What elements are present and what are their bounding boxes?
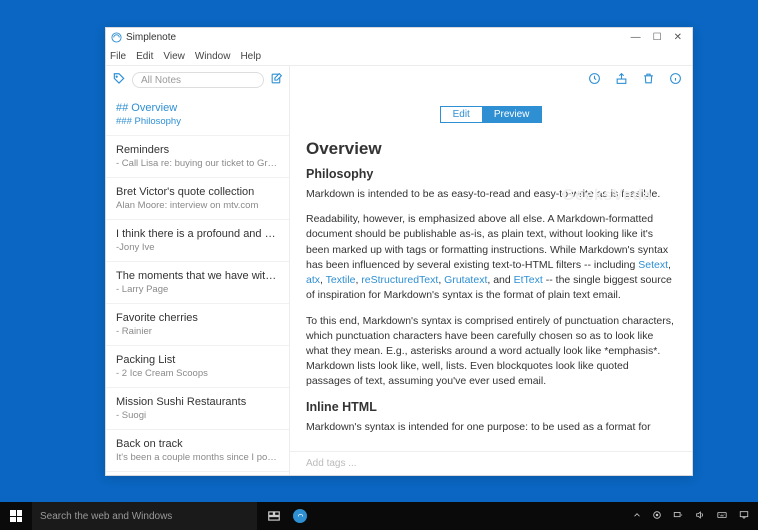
- note-item[interactable]: Back on track It's been a couple months …: [106, 430, 289, 472]
- tags-icon[interactable]: [112, 72, 126, 89]
- note-item[interactable]: Favorite cherries - Rainier: [106, 304, 289, 346]
- link-setext[interactable]: Setext: [638, 259, 668, 271]
- action-center-icon[interactable]: [738, 510, 750, 523]
- link-textile[interactable]: Textile: [326, 274, 356, 286]
- note-snippet: It's been a couple months since I posted…: [116, 452, 279, 463]
- start-button[interactable]: [0, 502, 32, 530]
- note-snippet: ### Philosophy: [116, 116, 279, 127]
- taskbar-search-placeholder: Search the web and Windows: [40, 511, 172, 522]
- tab-switch: Edit Preview: [290, 94, 692, 131]
- sidebar-top: All Notes: [106, 66, 289, 94]
- menu-file[interactable]: File: [110, 51, 126, 62]
- note-item[interactable]: Mission Sushi Restaurants - Suogi: [106, 388, 289, 430]
- para-4: Markdown's syntax is intended for one pu…: [306, 420, 676, 435]
- link-ettext[interactable]: EtText: [514, 274, 543, 286]
- note-snippet: - Rainier: [116, 326, 279, 337]
- history-icon[interactable]: [588, 72, 601, 88]
- simplenote-taskbar-button[interactable]: [287, 502, 313, 530]
- editor: Edit Preview GeeksVeda Overview Philosop…: [290, 66, 692, 475]
- maximize-button[interactable]: ☐: [653, 32, 662, 43]
- tray-network-icon[interactable]: [672, 510, 684, 523]
- tag-placeholder: Add tags ...: [306, 458, 357, 469]
- info-icon[interactable]: [669, 72, 682, 88]
- link-restructuredtext[interactable]: reStructuredText: [361, 274, 438, 286]
- note-item[interactable]: Grocery list: [106, 472, 289, 475]
- heading-philosophy: Philosophy: [306, 167, 676, 181]
- trash-icon[interactable]: [642, 72, 655, 88]
- note-snippet: Alan Moore: interview on mtv.com: [116, 200, 279, 211]
- note-item[interactable]: Reminders - Call Lisa re: buying our tic…: [106, 136, 289, 178]
- window-title: Simplenote: [126, 32, 631, 43]
- windows-logo-icon: [10, 510, 22, 522]
- note-list[interactable]: ## Overview ### Philosophy Reminders - C…: [106, 94, 289, 475]
- titlebar: Simplenote — ☐ ✕: [106, 28, 692, 47]
- note-title: Back on track: [116, 438, 279, 450]
- minimize-button[interactable]: —: [631, 32, 641, 43]
- menubar: File Edit View Window Help: [106, 47, 692, 65]
- note-title: Packing List: [116, 354, 279, 366]
- preview-body[interactable]: GeeksVeda Overview Philosophy Markdown i…: [290, 131, 692, 451]
- content: All Notes ## Overview ### Philosophy Rem…: [106, 65, 692, 475]
- taskbar-pinned: [257, 502, 313, 530]
- note-snippet: - 2 Ice Cream Scoops: [116, 368, 279, 379]
- editor-toolbar: [290, 66, 692, 94]
- note-snippet: - Larry Page: [116, 284, 279, 295]
- search-placeholder: All Notes: [141, 75, 181, 86]
- note-item[interactable]: The moments that we have with friend... …: [106, 262, 289, 304]
- sidebar: All Notes ## Overview ### Philosophy Rem…: [106, 66, 290, 475]
- tray-volume-icon[interactable]: [694, 510, 706, 523]
- note-snippet: - Call Lisa re: buying our ticket to Gre…: [116, 158, 279, 169]
- note-title: Reminders: [116, 144, 279, 156]
- menu-edit[interactable]: Edit: [136, 51, 153, 62]
- tab-preview[interactable]: Preview: [482, 107, 542, 122]
- tray-keyboard-icon[interactable]: [716, 510, 728, 523]
- note-item[interactable]: I think there is a profound and enduri..…: [106, 220, 289, 262]
- para-2: Readability, however, is emphasized abov…: [306, 212, 676, 303]
- para-1: Markdown is intended to be as easy-to-re…: [306, 187, 676, 202]
- taskbar-search-input[interactable]: Search the web and Windows: [32, 502, 257, 530]
- tag-input[interactable]: Add tags ...: [290, 451, 692, 475]
- share-icon[interactable]: [615, 72, 628, 88]
- note-item[interactable]: ## Overview ### Philosophy: [106, 94, 289, 136]
- note-item[interactable]: Bret Victor's quote collection Alan Moor…: [106, 178, 289, 220]
- simplenote-icon: [293, 509, 307, 523]
- system-tray: [632, 510, 758, 523]
- link-atx[interactable]: atx: [306, 274, 320, 286]
- link-grutatext[interactable]: Grutatext: [444, 274, 487, 286]
- note-title: ## Overview: [116, 102, 279, 114]
- note-title: Bret Victor's quote collection: [116, 186, 279, 198]
- menu-view[interactable]: View: [163, 51, 185, 62]
- note-title: Favorite cherries: [116, 312, 279, 324]
- edit-preview-tabs: Edit Preview: [440, 106, 543, 123]
- note-snippet: -Jony Ive: [116, 242, 279, 253]
- note-title: I think there is a profound and enduri..…: [116, 228, 279, 240]
- para-3: To this end, Markdown's syntax is compri…: [306, 314, 676, 390]
- tab-edit[interactable]: Edit: [441, 107, 482, 122]
- close-button[interactable]: ✕: [674, 32, 682, 43]
- note-item[interactable]: Packing List - 2 Ice Cream Scoops: [106, 346, 289, 388]
- task-view-button[interactable]: [261, 502, 287, 530]
- note-snippet: - Suogi: [116, 410, 279, 421]
- tray-chevron-icon[interactable]: [632, 510, 642, 523]
- note-title: The moments that we have with friend...: [116, 270, 279, 282]
- search-input[interactable]: All Notes: [132, 72, 264, 88]
- menu-window[interactable]: Window: [195, 51, 231, 62]
- heading-overview: Overview: [306, 139, 676, 159]
- new-note-button[interactable]: [270, 72, 283, 88]
- note-title: Mission Sushi Restaurants: [116, 396, 279, 408]
- menu-help[interactable]: Help: [240, 51, 261, 62]
- taskbar: Search the web and Windows: [0, 502, 758, 530]
- app-icon: [110, 32, 122, 44]
- heading-inline-html: Inline HTML: [306, 400, 676, 414]
- window-controls: — ☐ ✕: [631, 32, 688, 43]
- tray-location-icon[interactable]: [652, 510, 662, 523]
- app-window: Simplenote — ☐ ✕ File Edit View Window H…: [105, 27, 693, 476]
